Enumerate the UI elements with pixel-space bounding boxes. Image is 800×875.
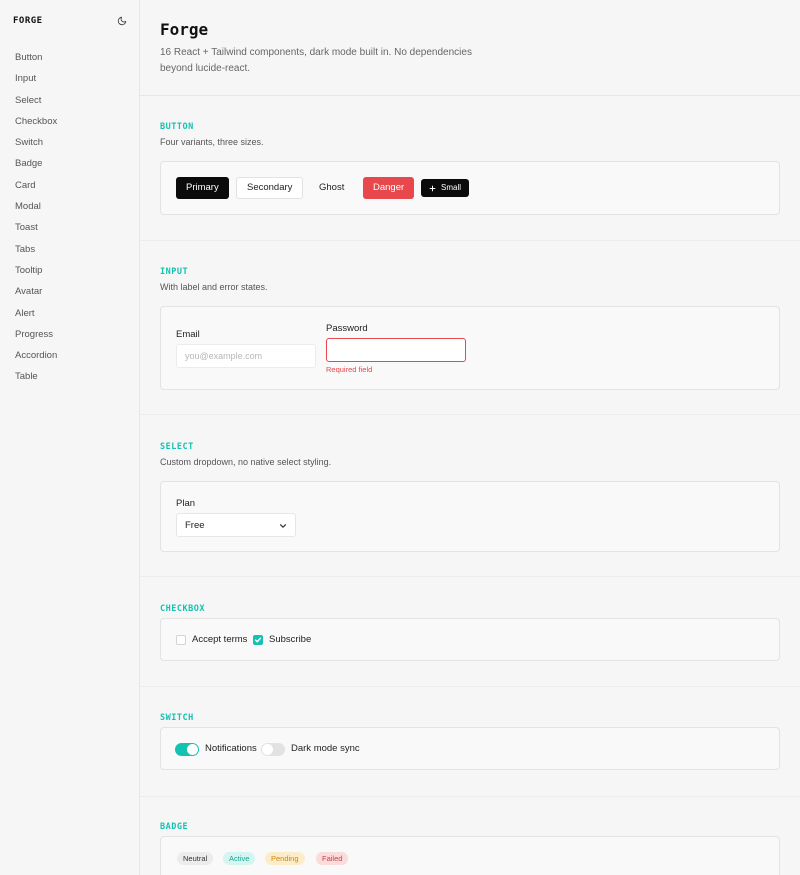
sidebar-item-avatar[interactable]: Avatar	[0, 281, 139, 302]
section-divider	[140, 796, 800, 797]
button-section-desc: Four variants, three sizes.	[160, 137, 264, 147]
section-divider	[140, 414, 800, 415]
checkbox-demo-panel: Accept terms Subscribe	[160, 618, 780, 661]
sidebar-item-progress[interactable]: Progress	[0, 324, 139, 345]
sidebar-item-card[interactable]: Card	[0, 175, 139, 196]
main-content: Forge 16 React + Tailwind components, da…	[140, 0, 800, 875]
checkbox-section-title: CHECKBOX	[160, 604, 205, 614]
sidebar-item-switch[interactable]: Switch	[0, 132, 139, 153]
plan-select[interactable]: Free	[176, 513, 296, 537]
subscribe-checkbox[interactable]	[253, 635, 263, 645]
sidebar-item-badge[interactable]: Badge	[0, 153, 139, 174]
page-title: Forge	[160, 20, 209, 39]
sidebar-item-table[interactable]: Table	[0, 366, 139, 387]
failed-badge: Failed	[316, 852, 349, 865]
sidebar-item-tooltip[interactable]: Tooltip	[0, 260, 139, 281]
sidebar: FORGE Button Input Select Checkbox Switc…	[0, 0, 140, 875]
neutral-badge: Neutral	[177, 852, 214, 865]
page-subtitle: 16 React + Tailwind components, dark mod…	[160, 47, 472, 74]
input-demo-panel: Email Password Required field	[160, 306, 780, 390]
sidebar-item-modal[interactable]: Modal	[0, 196, 139, 217]
check-icon	[254, 637, 262, 643]
button-section-title: BUTTON	[160, 122, 194, 132]
sidebar-item-input[interactable]: Input	[0, 68, 139, 89]
plus-icon	[429, 185, 436, 191]
password-label: Password	[326, 323, 368, 334]
notifications-switch[interactable]	[175, 743, 199, 756]
input-section-title: INPUT	[160, 267, 189, 277]
subscribe-label[interactable]: Subscribe	[269, 634, 311, 645]
danger-button[interactable]: Danger	[363, 177, 415, 199]
email-field[interactable]	[176, 344, 316, 368]
sidebar-item-button[interactable]: Button	[0, 47, 139, 68]
ghost-button[interactable]: Ghost	[309, 177, 354, 199]
secondary-button[interactable]: Secondary	[236, 177, 304, 199]
sidebar-item-select[interactable]: Select	[0, 90, 139, 111]
primary-button[interactable]: Primary	[176, 177, 229, 199]
password-field[interactable]	[326, 338, 466, 362]
dark-mode-sync-label[interactable]: Dark mode sync	[291, 743, 360, 754]
plan-select-value: Free	[185, 520, 205, 531]
section-divider	[140, 576, 800, 577]
section-divider	[140, 240, 800, 241]
notifications-label[interactable]: Notifications	[205, 743, 257, 754]
sidebar-item-tabs[interactable]: Tabs	[0, 239, 139, 260]
sidebar-nav: Button Input Select Checkbox Switch Badg…	[0, 47, 139, 388]
select-section-desc: Custom dropdown, no native select stylin…	[160, 457, 332, 467]
section-divider	[140, 686, 800, 687]
dark-mode-sync-switch[interactable]	[261, 743, 285, 756]
small-button-label: Small	[441, 183, 462, 192]
page-header: Forge 16 React + Tailwind components, da…	[140, 0, 800, 96]
moon-icon	[117, 16, 127, 26]
plan-label: Plan	[176, 498, 196, 509]
sidebar-item-accordion[interactable]: Accordion	[0, 345, 139, 366]
pending-badge: Pending	[265, 852, 305, 865]
badge-demo-panel: Neutral Active Pending Failed	[160, 836, 780, 875]
brand-logo: FORGE	[13, 16, 43, 26]
email-label: Email	[176, 329, 200, 340]
input-section-desc: With label and error states.	[160, 282, 268, 292]
theme-toggle-button[interactable]	[114, 13, 130, 29]
password-error-text: Required field	[326, 365, 373, 374]
select-demo-panel: Plan Free	[160, 481, 780, 552]
button-demo-panel: Primary Secondary Ghost Danger Small	[160, 161, 780, 215]
sidebar-item-toast[interactable]: Toast	[0, 217, 139, 238]
accept-terms-label[interactable]: Accept terms	[192, 634, 247, 645]
accept-terms-checkbox[interactable]	[176, 635, 186, 645]
switch-knob	[262, 744, 273, 755]
small-button[interactable]: Small	[421, 179, 470, 197]
active-badge: Active	[223, 852, 256, 865]
switch-knob	[187, 744, 198, 755]
switch-section-title: SWITCH	[160, 713, 194, 723]
select-section-title: SELECT	[160, 442, 194, 452]
sidebar-item-alert[interactable]: Alert	[0, 303, 139, 324]
chevron-down-icon	[280, 524, 286, 528]
sidebar-item-checkbox[interactable]: Checkbox	[0, 111, 139, 132]
badge-section-title: BADGE	[160, 822, 189, 832]
switch-demo-panel: Notifications Dark mode sync	[160, 727, 780, 770]
